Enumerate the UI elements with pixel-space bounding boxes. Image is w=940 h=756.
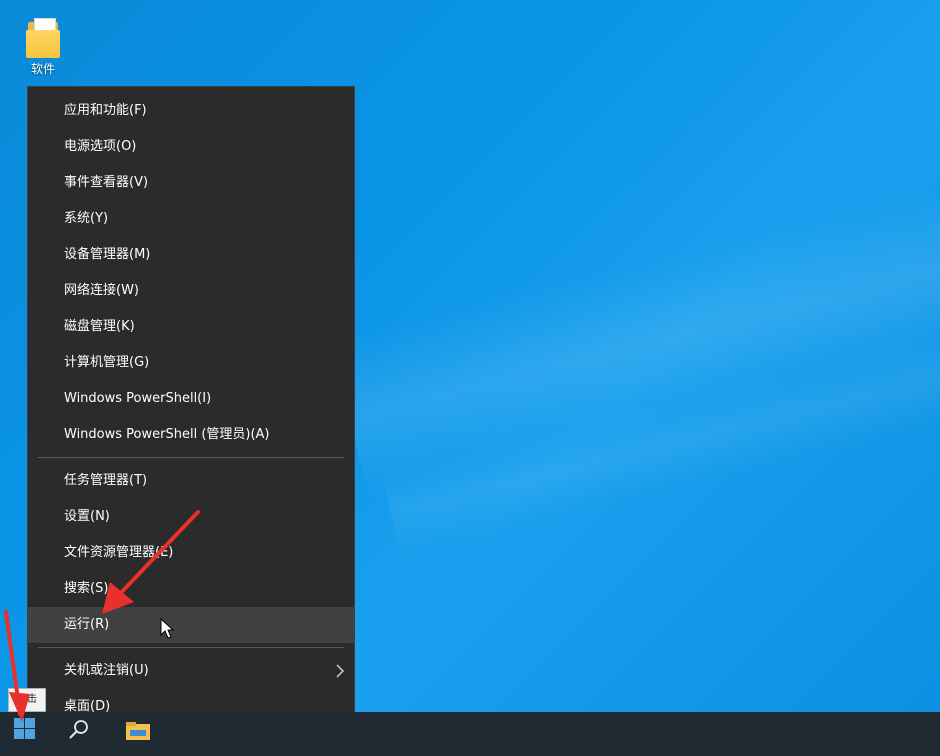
menu-item-file-explorer[interactable]: 文件资源管理器(E) (28, 535, 354, 571)
desktop-icon-software[interactable]: 软件 (18, 14, 68, 86)
menu-separator (38, 647, 344, 648)
mouse-cursor-icon (160, 618, 175, 639)
file-explorer-icon[interactable] (124, 720, 152, 742)
menu-item-powershell-admin[interactable]: Windows PowerShell (管理员)(A) (28, 417, 354, 453)
menu-item-event-viewer[interactable]: 事件查看器(V) (28, 165, 354, 201)
menu-item-apps-features[interactable]: 应用和功能(F) (28, 93, 354, 129)
menu-separator (38, 457, 344, 458)
chevron-right-icon (336, 664, 345, 678)
menu-item-powershell[interactable]: Windows PowerShell(I) (28, 381, 354, 417)
menu-item-settings[interactable]: 设置(N) (28, 499, 354, 535)
folder-icon (26, 18, 60, 58)
tooltip: 右击 (8, 688, 46, 712)
menu-item-power-options[interactable]: 电源选项(O) (28, 129, 354, 165)
menu-item-disk-management[interactable]: 磁盘管理(K) (28, 309, 354, 345)
menu-item-device-manager[interactable]: 设备管理器(M) (28, 237, 354, 273)
menu-item-system[interactable]: 系统(Y) (28, 201, 354, 237)
desktop-icon-label: 软件 (30, 62, 55, 76)
winx-context-menu: 应用和功能(F) 电源选项(O) 事件查看器(V) 系统(Y) 设备管理器(M)… (27, 86, 355, 732)
menu-item-shutdown-signout[interactable]: 关机或注销(U) (28, 653, 354, 689)
menu-item-network-connections[interactable]: 网络连接(W) (28, 273, 354, 309)
start-button[interactable] (14, 718, 36, 740)
search-icon[interactable] (66, 716, 92, 742)
menu-item-computer-management[interactable]: 计算机管理(G) (28, 345, 354, 381)
menu-item-task-manager[interactable]: 任务管理器(T) (28, 463, 354, 499)
menu-item-label: 关机或注销(U) (64, 663, 149, 678)
menu-item-search[interactable]: 搜索(S) (28, 571, 354, 607)
menu-item-run[interactable]: 运行(R) (28, 607, 354, 643)
